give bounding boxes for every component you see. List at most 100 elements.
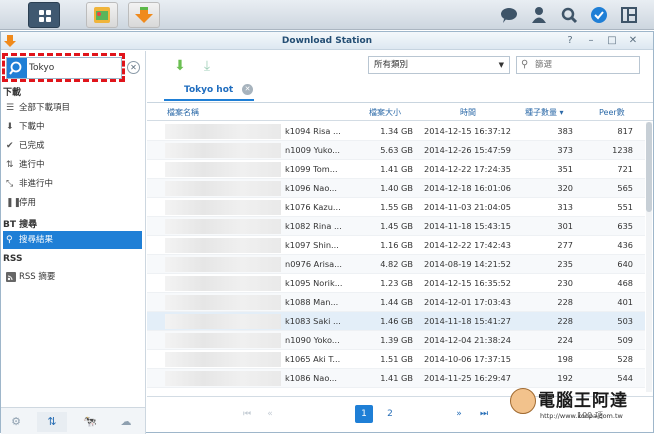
cell-filename: k1083 Saki ... [285, 316, 341, 326]
search-icon[interactable] [560, 6, 578, 24]
filter-input[interactable] [535, 59, 635, 71]
cell-filename: k1082 Rina ... [285, 221, 342, 231]
search-input[interactable] [29, 61, 104, 75]
table-row[interactable]: k1099 Tom... 1.41 GB 2014-12-22 17:24:35 35… [147, 160, 645, 179]
taskbar-app-photo[interactable] [86, 2, 118, 28]
tab-close-icon[interactable]: ✕ [242, 84, 253, 95]
clear-search-icon[interactable]: ✕ [127, 61, 140, 74]
cell-peers: 721 [617, 164, 633, 174]
help-icon[interactable]: ? [564, 35, 576, 47]
table-row[interactable]: k1065 Aki T... 1.51 GB 2014-10-06 17:37:15… [147, 350, 645, 369]
cell-time: 2014-12-26 15:47:59 [424, 145, 511, 155]
user-icon[interactable] [530, 6, 548, 24]
blurred-filename [165, 314, 281, 329]
table-row[interactable]: k1083 Saki ... 1.46 GB 2014-11-18 15:41:27… [147, 312, 645, 331]
sidebar-item-active[interactable]: ⇅ 進行中 [3, 156, 142, 174]
sidebar-item-downloading[interactable]: ⬇ 下載中 [3, 118, 142, 136]
cell-size: 1.16 GB [380, 240, 413, 250]
cell-seeds: 383 [557, 126, 573, 136]
chat-icon[interactable] [500, 6, 518, 24]
prev-page-icon[interactable]: « [261, 405, 279, 423]
download-add-icon[interactable]: ⬇ [170, 56, 190, 76]
blurred-filename [165, 257, 281, 272]
cell-time: 2014-11-18 15:43:15 [424, 221, 511, 231]
table-row[interactable]: k1082 Rina ... 1.45 GB 2014-11-18 15:43:15… [147, 217, 645, 236]
table-row[interactable]: n1090 Yoko... 1.39 GB 2014-12-04 21:38:24 2… [147, 331, 645, 350]
col-peers[interactable]: Peer數 [599, 107, 625, 118]
cell-size: 1.41 GB [380, 373, 413, 383]
cell-peers: 468 [617, 278, 633, 288]
cell-size: 1.44 GB [380, 297, 413, 307]
title-bar[interactable]: Download Station ? – □ ✕ [1, 32, 653, 50]
cell-size: 1.51 GB [380, 354, 413, 364]
sidebar-item-all[interactable]: ☰ 全部下載項目 [3, 99, 142, 117]
next-page-icon[interactable]: » [450, 405, 468, 423]
scrollbar-thumb[interactable] [646, 122, 652, 212]
page-2-button[interactable]: 2 [381, 405, 399, 423]
table-row[interactable]: k1095 Norik... 1.23 GB 2014-12-15 16:35:52… [147, 274, 645, 293]
emule-icon[interactable]: 🐄 [75, 412, 105, 432]
search-button[interactable] [7, 58, 27, 78]
table-row[interactable]: n1009 Yuko... 5.63 GB 2014-12-26 15:47:59 3… [147, 141, 645, 160]
main-menu-button[interactable] [28, 2, 60, 28]
sidebar-item-stopped[interactable]: ❚❚ 停用 [3, 194, 142, 212]
col-filename[interactable]: 檔案名稱 [167, 107, 199, 118]
tab-tokyo-hot[interactable]: Tokyo hot [164, 79, 254, 101]
last-page-icon[interactable]: ⏭ [475, 405, 493, 423]
cell-seeds: 351 [557, 164, 573, 174]
photo-app-icon [94, 7, 110, 23]
blurred-filename [165, 276, 281, 291]
col-size[interactable]: 檔案大小 [369, 107, 401, 118]
taskbar-app-download-station[interactable] [128, 2, 160, 28]
table-body: k1094 Risa ... 1.34 GB 2014-12-15 16:37:12… [147, 122, 645, 388]
cell-size: 1.45 GB [380, 221, 413, 231]
download-to-icon[interactable]: ⤓ [197, 56, 217, 76]
table-row[interactable]: k1094 Risa ... 1.34 GB 2014-12-15 16:37:12… [147, 122, 645, 141]
table-row[interactable]: k1097 Shin... 1.16 GB 2014-12-22 17:42:43 2… [147, 236, 645, 255]
cell-time: 2014-12-22 17:42:43 [424, 240, 511, 250]
cell-time: 2014-12-18 16:01:06 [424, 183, 511, 193]
transfer-mode-icon[interactable]: ⇅ [37, 412, 67, 432]
cell-filename: k1099 Tom... [285, 164, 338, 174]
desktop-layout-icon[interactable] [620, 6, 638, 24]
cell-seeds: 320 [557, 183, 573, 193]
table-row[interactable]: k1096 Nao... 1.40 GB 2014-12-18 16:01:06 32… [147, 179, 645, 198]
cell-size: 1.39 GB [380, 335, 413, 345]
widgets-icon[interactable] [590, 6, 608, 24]
sidebar-item-search-results[interactable]: ⚲ 搜尋結果 [3, 231, 142, 249]
sidebar-item-completed[interactable]: ✔ 已完成 [3, 137, 142, 155]
first-page-icon[interactable]: ⏮ [238, 405, 256, 423]
cell-time: 2014-10-06 17:37:15 [424, 354, 511, 364]
cell-seeds: 277 [557, 240, 573, 250]
cell-peers: 401 [617, 297, 633, 307]
settings-gear-icon[interactable]: ⚙ [1, 412, 31, 432]
col-time[interactable]: 時間 [460, 107, 476, 118]
cell-seeds: 224 [557, 335, 573, 345]
blurred-filename [165, 295, 281, 310]
cell-size: 1.46 GB [380, 316, 413, 326]
cell-size: 5.63 GB [380, 145, 413, 155]
col-seeds[interactable]: 種子數量 ▾ [525, 107, 564, 118]
close-icon[interactable]: ✕ [627, 35, 639, 47]
mascot-face-icon [510, 388, 536, 414]
sidebar-item-rss[interactable]: RSS 摘要 [3, 268, 142, 286]
scrollbar[interactable] [646, 122, 652, 392]
window-title: Download Station [281, 36, 373, 46]
table-row[interactable]: k1088 Man... 1.44 GB 2014-12-01 17:03:43 22… [147, 293, 645, 312]
category-select[interactable]: 所有類別 ▼ [368, 56, 510, 74]
cell-filename: k1094 Risa ... [285, 126, 341, 136]
blurred-filename [165, 238, 281, 253]
sidebar-item-inactive[interactable]: ⤡ 非進行中 [3, 175, 142, 193]
cloud-icon[interactable]: ☁ [111, 412, 141, 432]
watermark-text: 電腦王阿達 [538, 391, 628, 411]
minimize-icon[interactable]: – [585, 35, 597, 47]
maximize-icon[interactable]: □ [606, 35, 618, 47]
page-1-button[interactable]: 1 [355, 405, 373, 423]
table-row[interactable]: k1076 Kazu... 1.55 GB 2014-11-03 21:04:05 3… [147, 198, 645, 217]
cell-time: 2014-11-03 21:04:05 [424, 202, 511, 212]
bt-search-box [6, 57, 122, 79]
cell-seeds: 198 [557, 354, 573, 364]
table-row[interactable]: n0976 Arisa... 4.82 GB 2014-08-19 14:21:52… [147, 255, 645, 274]
cell-peers: 551 [617, 202, 633, 212]
cell-peers: 565 [617, 183, 633, 193]
